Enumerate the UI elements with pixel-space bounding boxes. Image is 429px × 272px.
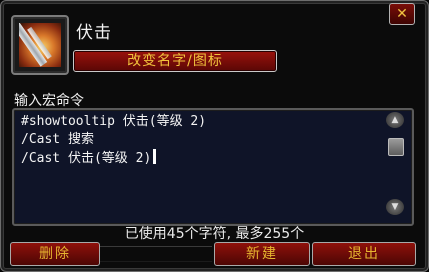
ambush-dagger-icon bbox=[19, 23, 61, 67]
close-button[interactable]: ✕ bbox=[389, 3, 415, 25]
character-count: 已使用45个字符, 最多255个 bbox=[124, 226, 305, 242]
close-icon: ✕ bbox=[396, 6, 408, 22]
delete-button[interactable]: 删除 bbox=[10, 242, 100, 266]
macro-command-label: 输入宏命令 bbox=[14, 93, 84, 109]
macro-command-editor[interactable]: #showtooltip 伏击(等级 2) /Cast 搜索 /Cast 伏击(… bbox=[12, 108, 414, 226]
scroll-down-button[interactable]: ▼ bbox=[386, 199, 404, 215]
arrow-up-icon: ▲ bbox=[391, 115, 399, 125]
macro-line: #showtooltip 伏击(等级 2) bbox=[21, 114, 207, 129]
arrow-down-icon: ▼ bbox=[391, 202, 399, 212]
macro-line: /Cast 伏击(等级 2) bbox=[21, 151, 152, 166]
macro-line: /Cast 搜索 bbox=[21, 132, 94, 147]
macro-icon-button[interactable] bbox=[11, 15, 69, 75]
macro-name: 伏击 bbox=[76, 23, 112, 43]
button-divider bbox=[100, 246, 212, 262]
text-caret bbox=[153, 149, 157, 164]
new-button[interactable]: 新建 bbox=[214, 242, 310, 266]
scroll-up-button[interactable]: ▲ bbox=[386, 112, 404, 128]
exit-button[interactable]: 退出 bbox=[312, 242, 416, 266]
change-name-icon-button[interactable]: 改变名字/图标 bbox=[73, 50, 277, 72]
scrollbar-thumb[interactable] bbox=[388, 138, 404, 156]
